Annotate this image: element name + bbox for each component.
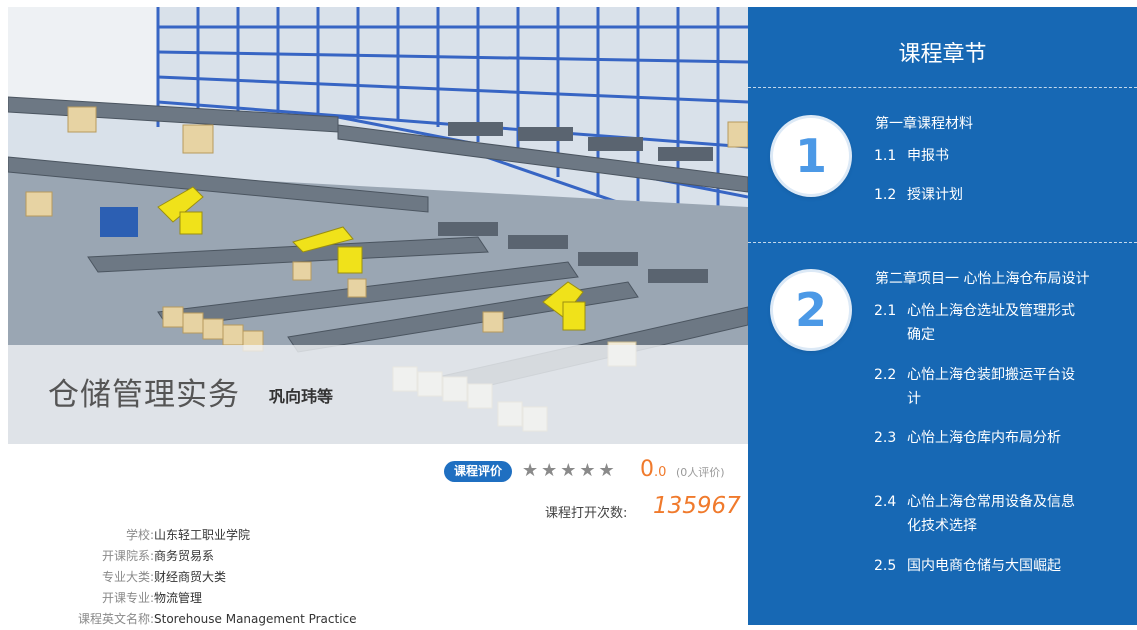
section-number: 2.1 xyxy=(874,303,897,319)
chapter-2-number-badge: 2 xyxy=(773,272,849,348)
divider xyxy=(748,87,1137,88)
section-2-5[interactable]: 2.5 国内电商仓储与大国崛起 xyxy=(874,554,1077,578)
chapter-2-title[interactable]: 第二章项目一 心怡上海仓布局设计 xyxy=(875,268,1089,288)
info-row-major: 开课专业:物流管理 xyxy=(44,588,404,609)
info-label: 开课专业: xyxy=(101,591,154,605)
info-label: 课程英文名称: xyxy=(77,612,154,626)
section-2-1[interactable]: 2.1 心怡上海仓选址及管理形式确定 xyxy=(874,299,1077,347)
info-row-english-name: 课程英文名称:Storehouse Management Practice xyxy=(44,609,404,630)
section-2-4[interactable]: 2.4 心怡上海仓常用设备及信息化技术选择 xyxy=(874,490,1077,538)
section-title: 心怡上海仓选址及管理形式确定 xyxy=(907,303,1075,343)
chapter-1-title[interactable]: 第一章课程材料 xyxy=(875,113,973,133)
rating-score: 0.0 xyxy=(640,457,666,482)
rating-count: (0人评价) xyxy=(676,466,725,479)
info-label: 学校: xyxy=(125,528,154,542)
section-2-3[interactable]: 2.3 心怡上海仓库内布局分析 xyxy=(874,426,1077,450)
info-value: 财经商贸大类 xyxy=(154,570,227,584)
section-number: 1.2 xyxy=(874,187,897,203)
course-title: 仓储管理实务 xyxy=(48,377,240,413)
info-row-major-category: 专业大类:财经商贸大类 xyxy=(44,567,404,588)
rating-button[interactable]: 课程评价 xyxy=(444,461,512,482)
chapters-panel-title: 课程章节 xyxy=(898,42,987,67)
section-title: 心怡上海仓库内布局分析 xyxy=(907,430,1061,446)
section-number: 2.4 xyxy=(874,494,897,510)
course-info-list: 学校:山东轻工职业学院 开课院系:商务贸易系 专业大类:财经商贸大类 开课专业:… xyxy=(44,525,404,630)
section-number: 2.5 xyxy=(874,558,897,574)
section-title: 心怡上海仓装卸搬运平台设计 xyxy=(907,367,1075,407)
info-row-school: 学校:山东轻工职业学院 xyxy=(44,525,404,546)
course-card: 仓储管理实务 巩向玮等 课程评价 ★★★★★ 0.0 (0人评价) 课程打开次数… xyxy=(8,7,748,626)
section-number: 1.1 xyxy=(874,148,897,164)
section-1-2[interactable]: 1.2 授课计划 xyxy=(874,183,1077,207)
section-number: 2.3 xyxy=(874,430,897,446)
section-number: 2.2 xyxy=(874,367,897,383)
rating-score-int: 0 xyxy=(640,457,654,482)
open-count-label: 课程打开次数: xyxy=(545,506,628,521)
open-count-value: 135967 xyxy=(653,493,741,519)
section-2-2[interactable]: 2.2 心怡上海仓装卸搬运平台设计 xyxy=(874,363,1077,411)
chapters-panel: 课程章节 1 第一章课程材料 1.1 申报书 1.2 授课计划 2 第二章项目一 心… xyxy=(748,7,1137,625)
info-label: 专业大类: xyxy=(101,570,154,584)
course-author: 巩向玮等 xyxy=(269,387,334,406)
info-value: 物流管理 xyxy=(154,591,203,605)
rating-row: 课程评价 ★★★★★ 0.0 (0人评价) xyxy=(444,457,744,483)
section-title: 申报书 xyxy=(907,148,949,164)
info-value: Storehouse Management Practice xyxy=(154,612,357,626)
info-value: 商务贸易系 xyxy=(154,549,215,563)
info-label: 开课院系: xyxy=(101,549,154,563)
chapter-1-number-badge: 1 xyxy=(773,118,849,194)
course-cover-image[interactable]: 仓储管理实务 巩向玮等 xyxy=(8,7,748,444)
section-title: 心怡上海仓常用设备及信息化技术选择 xyxy=(907,494,1075,534)
star-rating-icon[interactable]: ★★★★★ xyxy=(522,460,618,481)
section-1-1[interactable]: 1.1 申报书 xyxy=(874,144,1077,168)
divider xyxy=(748,242,1137,243)
section-title: 授课计划 xyxy=(907,187,963,203)
section-title: 国内电商仓储与大国崛起 xyxy=(907,558,1061,574)
rating-score-dec: .0 xyxy=(654,465,667,480)
info-value: 山东轻工职业学院 xyxy=(154,528,251,542)
info-row-department: 开课院系:商务贸易系 xyxy=(44,546,404,567)
